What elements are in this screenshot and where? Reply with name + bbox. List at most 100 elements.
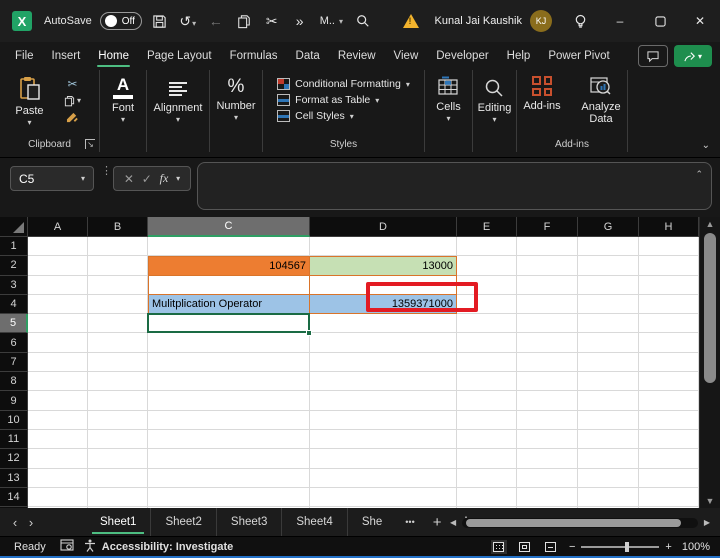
- number-button[interactable]: % Number ▾: [216, 70, 255, 152]
- row-header-9[interactable]: 9: [0, 391, 28, 411]
- editing-dropdown-icon[interactable]: ▾: [492, 115, 496, 124]
- cell-E6[interactable]: [457, 333, 517, 353]
- more-commands[interactable]: M.. ▾: [320, 15, 343, 27]
- name-box[interactable]: C5 ▾: [10, 166, 94, 191]
- cell-C2[interactable]: 104567: [148, 256, 310, 276]
- row-header-8[interactable]: 8: [0, 372, 28, 392]
- maximize-button[interactable]: [640, 0, 680, 42]
- cell-E14[interactable]: [457, 487, 517, 508]
- cell-F14[interactable]: [517, 487, 578, 508]
- row-header-11[interactable]: 11: [0, 429, 28, 450]
- row-header-2[interactable]: 2: [0, 256, 28, 276]
- zoom-slider[interactable]: [581, 541, 660, 552]
- cell-E1[interactable]: [457, 237, 517, 257]
- cell-F7[interactable]: [517, 352, 578, 373]
- cell-H8[interactable]: [639, 372, 699, 392]
- paste-dropdown-icon[interactable]: ▾: [27, 118, 31, 127]
- cell-H6[interactable]: [639, 333, 699, 353]
- cell-D4[interactable]: 1359371000: [310, 294, 457, 315]
- cell-A5[interactable]: [28, 314, 88, 334]
- cell-D2[interactable]: 13000: [310, 256, 457, 276]
- row-header-13[interactable]: 13: [0, 468, 28, 488]
- warning-icon[interactable]: [402, 14, 419, 28]
- cell-D6[interactable]: [310, 333, 457, 353]
- cell-H2[interactable]: [639, 256, 699, 276]
- cell-G12[interactable]: [578, 449, 639, 469]
- cell-G10[interactable]: [578, 410, 639, 430]
- scroll-up-icon[interactable]: ▲: [700, 217, 720, 231]
- normal-view-icon[interactable]: [490, 539, 507, 554]
- cell-F9[interactable]: [517, 391, 578, 411]
- cell-D9[interactable]: [310, 391, 457, 411]
- cell-B2[interactable]: [88, 256, 148, 276]
- column-header-D[interactable]: D: [310, 217, 457, 237]
- save-icon[interactable]: [150, 14, 170, 29]
- close-button[interactable]: ✕: [680, 0, 720, 42]
- cell-F8[interactable]: [517, 372, 578, 392]
- cell-D11[interactable]: [310, 429, 457, 450]
- cell-F1[interactable]: [517, 237, 578, 257]
- copy-icon[interactable]: [234, 14, 254, 29]
- cell-E13[interactable]: [457, 468, 517, 488]
- cell-E2[interactable]: [457, 256, 517, 276]
- menu-tab-help[interactable]: Help: [498, 45, 540, 68]
- cell-G8[interactable]: [578, 372, 639, 392]
- formula-bar-drag-handle[interactable]: ⋮: [101, 166, 112, 177]
- cell-G2[interactable]: [578, 256, 639, 276]
- column-header-B[interactable]: B: [88, 217, 148, 237]
- cell-C3[interactable]: [148, 275, 310, 295]
- row-header-12[interactable]: 12: [0, 449, 28, 469]
- cell-H9[interactable]: [639, 391, 699, 411]
- cell-C11[interactable]: [148, 429, 310, 450]
- cell-G7[interactable]: [578, 352, 639, 373]
- column-header-H[interactable]: H: [639, 217, 699, 237]
- cell-H4[interactable]: [639, 294, 699, 315]
- cell-C10[interactable]: [148, 410, 310, 430]
- cell-A10[interactable]: [28, 410, 88, 430]
- cell-F10[interactable]: [517, 410, 578, 430]
- cell-B10[interactable]: [88, 410, 148, 430]
- cell-G11[interactable]: [578, 429, 639, 450]
- cell-A8[interactable]: [28, 372, 88, 392]
- cell-D8[interactable]: [310, 372, 457, 392]
- menu-tab-home[interactable]: Home: [89, 45, 138, 68]
- row-header-1[interactable]: 1: [0, 237, 28, 257]
- cell-G3[interactable]: [578, 275, 639, 295]
- sheet-tab-sheet4[interactable]: Sheet4: [282, 508, 348, 536]
- cell-D10[interactable]: [310, 410, 457, 430]
- cell-H5[interactable]: [639, 314, 699, 334]
- cell-A4[interactable]: [28, 294, 88, 315]
- minimize-button[interactable]: –: [600, 0, 640, 42]
- hscroll-right-icon[interactable]: ▶: [698, 518, 710, 527]
- horizontal-scrollbar[interactable]: ◀ ▶: [450, 516, 710, 529]
- cell-A12[interactable]: [28, 449, 88, 469]
- hscroll-left-icon[interactable]: ◀: [450, 518, 462, 527]
- cell-styles-button[interactable]: Cell Styles ▾: [277, 110, 354, 122]
- cell-C4[interactable]: Mulitplication Operator: [148, 294, 310, 315]
- column-header-G[interactable]: G: [578, 217, 639, 237]
- conditional-formatting-button[interactable]: Conditional Formatting ▾: [277, 78, 410, 90]
- cell-B7[interactable]: [88, 352, 148, 373]
- cell-D7[interactable]: [310, 352, 457, 373]
- cell-D1[interactable]: [310, 237, 457, 257]
- zoom-out-icon[interactable]: −: [569, 541, 575, 553]
- cell-C7[interactable]: [148, 352, 310, 373]
- cell-A11[interactable]: [28, 429, 88, 450]
- cell-G9[interactable]: [578, 391, 639, 411]
- cell-B11[interactable]: [88, 429, 148, 450]
- menu-tab-developer[interactable]: Developer: [427, 45, 497, 68]
- cell-C8[interactable]: [148, 372, 310, 392]
- comments-button[interactable]: [638, 45, 668, 67]
- cell-D13[interactable]: [310, 468, 457, 488]
- alignment-dropdown-icon[interactable]: ▾: [176, 115, 180, 124]
- menu-tab-insert[interactable]: Insert: [43, 45, 90, 68]
- cell-E10[interactable]: [457, 410, 517, 430]
- cell-E9[interactable]: [457, 391, 517, 411]
- cell-H3[interactable]: [639, 275, 699, 295]
- copy-dropdown-icon[interactable]: ▾: [77, 95, 81, 107]
- cell-D12[interactable]: [310, 449, 457, 469]
- cut-icon[interactable]: ✂: [262, 13, 282, 30]
- cell-C9[interactable]: [148, 391, 310, 411]
- row-header-3[interactable]: 3: [0, 275, 28, 295]
- formula-input[interactable]: ⌃: [197, 162, 712, 210]
